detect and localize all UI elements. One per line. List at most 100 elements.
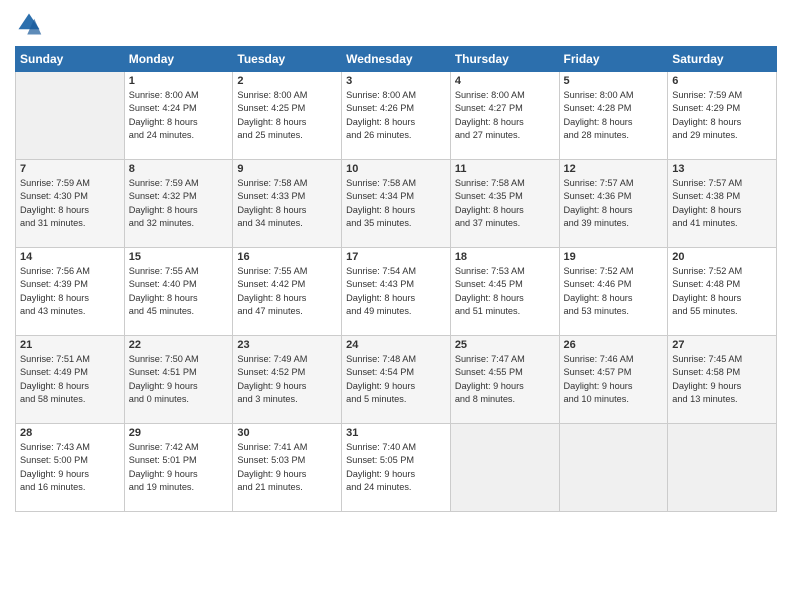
day-number: 22 [129, 339, 229, 351]
day-number: 6 [672, 75, 772, 87]
calendar-cell [16, 72, 125, 160]
cell-content: Sunrise: 7:52 AMSunset: 4:48 PMDaylight:… [672, 265, 772, 318]
main-container: SundayMondayTuesdayWednesdayThursdayFrid… [0, 0, 792, 612]
header [15, 10, 777, 38]
calendar-cell: 19 Sunrise: 7:52 AMSunset: 4:46 PMDayligh… [559, 248, 668, 336]
calendar-week-row: 28Sunrise: 7:43 AMSunset: 5:00 PMDayligh… [16, 424, 777, 512]
day-number: 31 [346, 427, 446, 439]
calendar-cell: 7 Sunrise: 7:59 AMSunset: 4:30 PMDaylight… [16, 160, 125, 248]
logo-icon [15, 10, 43, 38]
day-number: 27 [672, 339, 772, 351]
calendar-table: SundayMondayTuesdayWednesdayThursdayFrid… [15, 46, 777, 512]
calendar-week-row: 21Sunrise: 7:51 AMSunset: 4:49 PMDayligh… [16, 336, 777, 424]
calendar-cell: 4 Sunrise: 8:00 AMSunset: 4:27 PMDaylight… [450, 72, 559, 160]
cell-content: Sunrise: 7:41 AMSunset: 5:03 PMDaylight:… [237, 441, 337, 494]
calendar-cell: 24 Sunrise: 7:48 AMSunset: 4:54 PMDayligh… [342, 336, 451, 424]
day-number: 2 [237, 75, 337, 87]
cell-content: Sunrise: 7:55 AMSunset: 4:40 PMDaylight:… [129, 265, 229, 318]
cell-content: Sunrise: 7:49 AMSunset: 4:52 PMDaylight:… [237, 353, 337, 406]
weekday-header: Friday [559, 47, 668, 72]
cell-content: Sunrise: 7:58 AMSunset: 4:33 PMDaylight:… [237, 177, 337, 230]
cell-content: Sunrise: 7:45 AMSunset: 4:58 PMDaylight:… [672, 353, 772, 406]
calendar-cell: 16 Sunrise: 7:55 AMSunset: 4:42 PMDayligh… [233, 248, 342, 336]
day-number: 18 [455, 251, 555, 263]
cell-content: Sunrise: 7:59 AMSunset: 4:30 PMDaylight:… [20, 177, 120, 230]
calendar-cell: 20 Sunrise: 7:52 AMSunset: 4:48 PMDayligh… [668, 248, 777, 336]
day-number: 23 [237, 339, 337, 351]
day-number: 24 [346, 339, 446, 351]
day-number: 20 [672, 251, 772, 263]
day-number: 19 [564, 251, 664, 263]
calendar-cell: 1 Sunrise: 8:00 AMSunset: 4:24 PMDaylight… [124, 72, 233, 160]
day-number: 3 [346, 75, 446, 87]
calendar-cell: 6 Sunrise: 7:59 AMSunset: 4:29 PMDaylight… [668, 72, 777, 160]
weekday-header: Thursday [450, 47, 559, 72]
cell-content: Sunrise: 7:42 AMSunset: 5:01 PMDaylight:… [129, 441, 229, 494]
day-number: 1 [129, 75, 229, 87]
calendar-cell: 3Sunrise: 8:00 AMSunset: 4:26 PMDaylight… [342, 72, 451, 160]
calendar-cell: 25 Sunrise: 7:47 AMSunset: 4:55 PMDayligh… [450, 336, 559, 424]
day-number: 4 [455, 75, 555, 87]
day-number: 9 [237, 163, 337, 175]
calendar-cell: 14 Sunrise: 7:56 AMSunset: 4:39 PMDayligh… [16, 248, 125, 336]
cell-content: Sunrise: 8:00 AMSunset: 4:24 PMDaylight:… [129, 89, 229, 142]
calendar-cell [450, 424, 559, 512]
day-number: 15 [129, 251, 229, 263]
day-number: 29 [129, 427, 229, 439]
cell-content: Sunrise: 8:00 AMSunset: 4:28 PMDaylight:… [564, 89, 664, 142]
weekday-header-row: SundayMondayTuesdayWednesdayThursdayFrid… [16, 47, 777, 72]
calendar-cell: 31Sunrise: 7:40 AMSunset: 5:05 PMDayligh… [342, 424, 451, 512]
day-number: 17 [346, 251, 446, 263]
calendar-cell: 17 Sunrise: 7:54 AMSunset: 4:43 PMDayligh… [342, 248, 451, 336]
cell-content: Sunrise: 7:53 AMSunset: 4:45 PMDaylight:… [455, 265, 555, 318]
cell-content: Sunrise: 7:52 AMSunset: 4:46 PMDaylight:… [564, 265, 664, 318]
calendar-cell [668, 424, 777, 512]
cell-content: Sunrise: 7:59 AMSunset: 4:32 PMDaylight:… [129, 177, 229, 230]
cell-content: Sunrise: 7:46 AMSunset: 4:57 PMDaylight:… [564, 353, 664, 406]
calendar-cell: 23 Sunrise: 7:49 AMSunset: 4:52 PMDayligh… [233, 336, 342, 424]
day-number: 13 [672, 163, 772, 175]
cell-content: Sunrise: 8:00 AMSunset: 4:27 PMDaylight:… [455, 89, 555, 142]
day-number: 7 [20, 163, 120, 175]
cell-content: Sunrise: 7:55 AMSunset: 4:42 PMDaylight:… [237, 265, 337, 318]
cell-content: Sunrise: 7:57 AMSunset: 4:38 PMDaylight:… [672, 177, 772, 230]
day-number: 14 [20, 251, 120, 263]
weekday-header: Sunday [16, 47, 125, 72]
calendar-cell: 5 Sunrise: 8:00 AMSunset: 4:28 PMDaylight… [559, 72, 668, 160]
weekday-header: Monday [124, 47, 233, 72]
calendar-cell: 22Sunrise: 7:50 AMSunset: 4:51 PMDayligh… [124, 336, 233, 424]
cell-content: Sunrise: 7:48 AMSunset: 4:54 PMDaylight:… [346, 353, 446, 406]
calendar-cell [559, 424, 668, 512]
calendar-cell: 29 Sunrise: 7:42 AMSunset: 5:01 PMDayligh… [124, 424, 233, 512]
cell-content: Sunrise: 7:56 AMSunset: 4:39 PMDaylight:… [20, 265, 120, 318]
weekday-header: Wednesday [342, 47, 451, 72]
calendar-cell: 13 Sunrise: 7:57 AMSunset: 4:38 PMDayligh… [668, 160, 777, 248]
day-number: 8 [129, 163, 229, 175]
cell-content: Sunrise: 7:47 AMSunset: 4:55 PMDaylight:… [455, 353, 555, 406]
calendar-week-row: 1 Sunrise: 8:00 AMSunset: 4:24 PMDaylight… [16, 72, 777, 160]
day-number: 12 [564, 163, 664, 175]
calendar-cell: 11Sunrise: 7:58 AMSunset: 4:35 PMDayligh… [450, 160, 559, 248]
calendar-week-row: 14 Sunrise: 7:56 AMSunset: 4:39 PMDayligh… [16, 248, 777, 336]
calendar-cell: 10 Sunrise: 7:58 AMSunset: 4:34 PMDayligh… [342, 160, 451, 248]
day-number: 25 [455, 339, 555, 351]
day-number: 10 [346, 163, 446, 175]
day-number: 26 [564, 339, 664, 351]
calendar-cell: 26 Sunrise: 7:46 AMSunset: 4:57 PMDayligh… [559, 336, 668, 424]
weekday-header: Saturday [668, 47, 777, 72]
weekday-header: Tuesday [233, 47, 342, 72]
calendar-cell: 18 Sunrise: 7:53 AMSunset: 4:45 PMDayligh… [450, 248, 559, 336]
cell-content: Sunrise: 7:59 AMSunset: 4:29 PMDaylight:… [672, 89, 772, 142]
day-number: 5 [564, 75, 664, 87]
cell-content: Sunrise: 7:58 AMSunset: 4:34 PMDaylight:… [346, 177, 446, 230]
cell-content: Sunrise: 7:54 AMSunset: 4:43 PMDaylight:… [346, 265, 446, 318]
calendar-cell: 12 Sunrise: 7:57 AMSunset: 4:36 PMDayligh… [559, 160, 668, 248]
cell-content: Sunrise: 7:43 AMSunset: 5:00 PMDaylight:… [20, 441, 120, 494]
cell-content: Sunrise: 7:57 AMSunset: 4:36 PMDaylight:… [564, 177, 664, 230]
calendar-cell: 2Sunrise: 8:00 AMSunset: 4:25 PMDaylight… [233, 72, 342, 160]
day-number: 11 [455, 163, 555, 175]
cell-content: Sunrise: 7:51 AMSunset: 4:49 PMDaylight:… [20, 353, 120, 406]
calendar-cell: 15 Sunrise: 7:55 AMSunset: 4:40 PMDayligh… [124, 248, 233, 336]
day-number: 16 [237, 251, 337, 263]
calendar-cell: 30Sunrise: 7:41 AMSunset: 5:03 PMDayligh… [233, 424, 342, 512]
